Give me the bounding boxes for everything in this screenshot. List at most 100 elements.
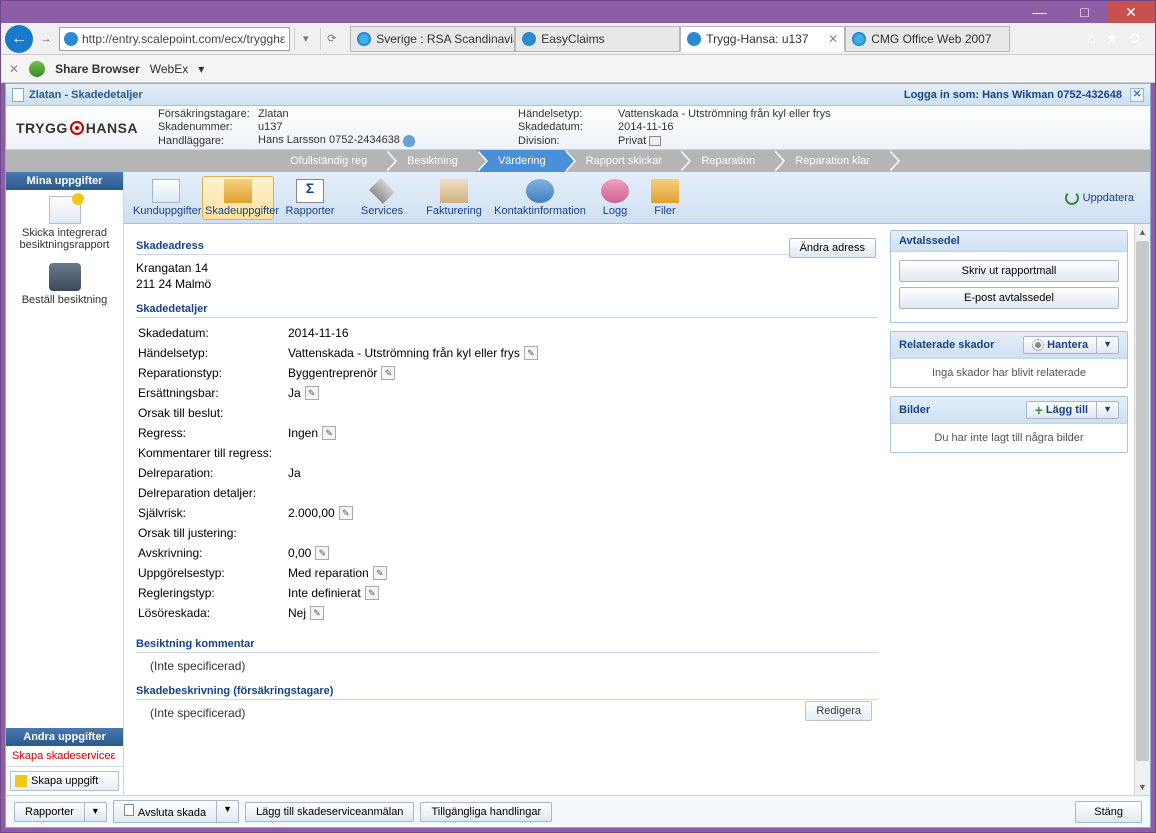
change-address-button[interactable]: Ändra adress [789, 238, 876, 258]
create-claim-service-link[interactable]: Skapa skadeserviceε [6, 746, 123, 767]
edit-icon[interactable] [339, 506, 353, 520]
kv-label: Självrisk: [138, 506, 288, 520]
details-grid: Skadedatum:2014-11-16 Händelsetyp:Vatten… [136, 318, 878, 628]
scroll-down-icon[interactable]: ▼ [1135, 779, 1150, 795]
scroll-up-icon[interactable]: ▲ [1135, 224, 1150, 240]
maximize-button[interactable]: □ [1062, 1, 1107, 23]
globe-icon [29, 61, 45, 77]
add-claim-service-button[interactable]: Lägg till skadeserviceanmälan [245, 802, 414, 822]
edit-button[interactable]: Redigera [805, 701, 872, 721]
create-task-button[interactable]: Skapa uppgift [10, 771, 119, 791]
box-icon [440, 179, 468, 203]
close-claim-dropdown[interactable]: Avsluta skada▼ [113, 800, 239, 823]
kv-value [288, 486, 876, 500]
login-as-label: Logga in som: Hans Wikman 0752-432648 [904, 89, 1122, 101]
sidebar-heading: Mina uppgifter [6, 172, 123, 190]
scalepoint-icon [687, 32, 701, 46]
chevron-down-icon[interactable]: ▼ [1097, 336, 1119, 354]
meta-value: 2014-11-16 [618, 121, 868, 133]
ribbon-invoicing[interactable]: Fakturering [418, 176, 490, 220]
webex-dropdown-icon[interactable]: ▾ [198, 62, 204, 76]
refresh-icon[interactable]: ⟳ [320, 28, 342, 50]
scrollbar[interactable]: ▲ ▼ [1134, 224, 1150, 795]
ribbon-log[interactable]: Logg [590, 176, 640, 220]
share-browser-label[interactable]: Share Browser [55, 62, 140, 76]
tools-icon[interactable]: ⚙ [1128, 30, 1141, 47]
content-3col: Ändra adress Skadeadress Krangatan 14 21… [124, 224, 1150, 795]
step[interactable]: Reparation klar [773, 150, 888, 172]
meta-label: Försäkringstagare: [158, 108, 258, 120]
ribbon-contact[interactable]: Kontaktinformation [490, 176, 590, 220]
email-agreement-button[interactable]: E-post avtalssedel [899, 287, 1119, 309]
dropdown-icon[interactable]: ▾ [294, 28, 316, 50]
kv-value: 2014-11-16 [288, 326, 876, 340]
edit-icon[interactable] [365, 586, 379, 600]
close-button[interactable]: ✕ [1107, 1, 1155, 23]
minimize-button[interactable]: — [1017, 1, 1062, 23]
address-line2: 211 24 Malmö [136, 277, 878, 293]
tab-easyclaims[interactable]: EasyClaims [515, 26, 680, 52]
ribbon-reports[interactable]: ΣRapporter [274, 176, 346, 220]
forward-button[interactable]: → [37, 30, 55, 48]
webex-label[interactable]: WebEx [150, 62, 188, 76]
tab-strip: Sverige : RSA Scandinavia EasyClaims Try… [350, 26, 1073, 52]
kv-label: Avskrivning: [138, 546, 288, 560]
edit-icon[interactable] [315, 546, 329, 560]
step[interactable]: Rapport skickat [564, 150, 680, 172]
site-icon [64, 32, 78, 46]
app-titlebar: Zlatan - Skadedetaljer Logga in som: Han… [6, 84, 1150, 106]
step[interactable]: Reparation [679, 150, 773, 172]
meta-label: Händelsetyp: [518, 108, 618, 120]
toolbar-close-icon[interactable]: ✕ [9, 62, 19, 76]
task-send-report[interactable]: Skicka integrerad besiktningsrapport [6, 190, 123, 257]
ribbon-claim[interactable]: Skadeuppgifter [202, 176, 274, 220]
task-order-inspection[interactable]: Beställ besiktning [6, 257, 123, 312]
tab-rsa[interactable]: Sverige : RSA Scandinavia [350, 26, 515, 52]
refresh-link[interactable]: Uppdatera [1065, 191, 1144, 205]
edit-icon[interactable] [373, 566, 387, 580]
step[interactable]: Besiktning [385, 150, 476, 172]
kv-label: Delreparation detaljer: [138, 486, 288, 500]
folder-icon [651, 179, 679, 203]
inspection-comment: (Inte specificerad) [136, 653, 878, 675]
favorites-icon[interactable]: ★ [1106, 30, 1119, 47]
manage-splitbutton[interactable]: Hantera ▼ [1023, 336, 1119, 354]
edit-icon[interactable] [305, 386, 319, 400]
edit-icon[interactable] [310, 606, 324, 620]
edit-icon[interactable] [381, 366, 395, 380]
kv-value [288, 446, 876, 460]
add-splitbutton[interactable]: +Lägg till ▼ [1026, 401, 1119, 419]
edit-icon[interactable] [322, 426, 336, 440]
tab-trygghansa[interactable]: Trygg-Hansa: u137✕ [680, 26, 845, 52]
ie-icon [852, 32, 866, 46]
chevron-down-icon[interactable]: ▼ [1097, 401, 1119, 419]
tab-close-icon[interactable]: ✕ [828, 32, 838, 46]
home-icon[interactable]: ⌂ [1087, 30, 1095, 47]
reports-dropdown[interactable]: Rapporter▼ [14, 802, 107, 822]
back-button[interactable]: ← [5, 25, 33, 53]
meta-value: Privat [618, 135, 868, 147]
kv-label: Händelsetyp: [138, 346, 288, 360]
kv-label: Orsak till beslut: [138, 406, 288, 420]
print-report-button[interactable]: Skriv ut rapportmall [899, 260, 1119, 282]
available-documents-button[interactable]: Tillgängliga handlingar [420, 802, 552, 822]
scroll-thumb[interactable] [1136, 241, 1149, 761]
panel-related-claims: Relaterade skador Hantera ▼ Inga skador … [890, 331, 1128, 388]
ribbon-services[interactable]: Services [346, 176, 418, 220]
person-icon[interactable] [403, 135, 415, 147]
meta-value: Vattenskada - Utströmning från kyl eller… [618, 108, 868, 120]
step[interactable]: Ofullständig reg [268, 150, 385, 172]
app-close-icon[interactable]: ✕ [1130, 88, 1144, 102]
tab-cmg[interactable]: CMG Office Web 2007 [845, 26, 1010, 52]
ribbon-files[interactable]: Filer [640, 176, 690, 220]
claim-description: (Inte specificerad) [136, 700, 805, 722]
related-empty: Inga skador har blivit relaterade [891, 359, 1127, 387]
kv-value: Med reparation [288, 566, 876, 580]
section-header: Skadeadress [136, 236, 878, 255]
step-active[interactable]: Värdering [476, 150, 564, 172]
edit-icon[interactable] [524, 346, 538, 360]
close-button[interactable]: Stäng [1075, 801, 1142, 823]
url-box[interactable]: http://entry.scalepoint.com/ecx/trygghε [59, 27, 290, 51]
section-header: Skadedetaljer [136, 299, 878, 318]
ribbon-customer[interactable]: Kunduppgifter [130, 176, 202, 220]
